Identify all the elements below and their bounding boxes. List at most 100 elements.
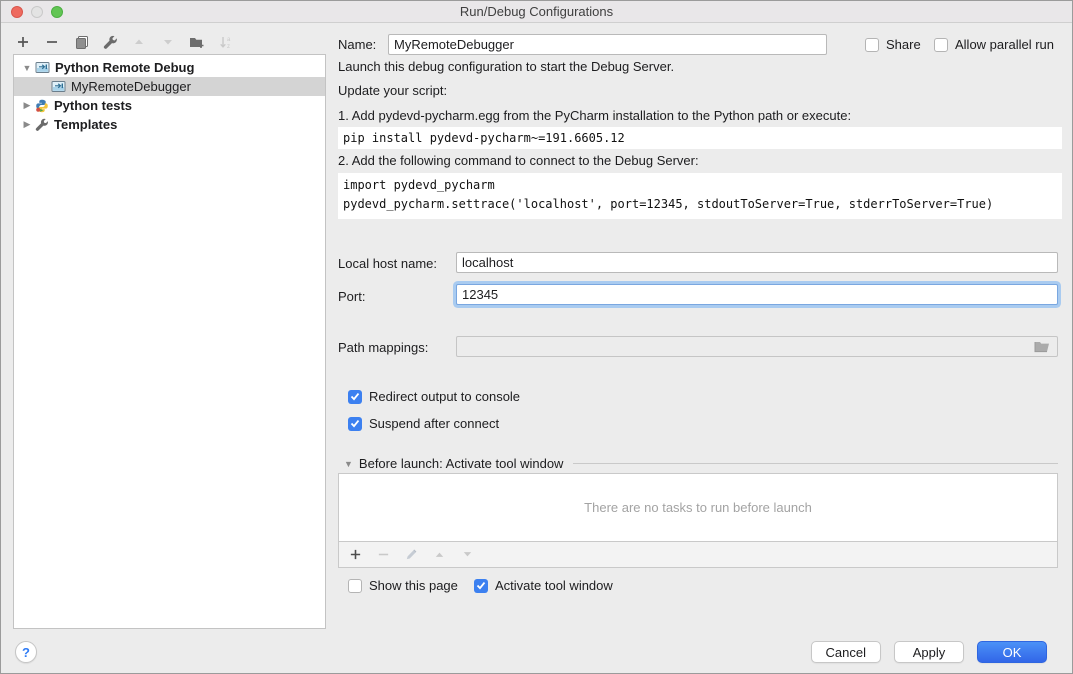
before-launch-header[interactable]: ▼ Before launch: Activate tool window xyxy=(338,456,1058,471)
show-this-page-checkbox-label: Show this page xyxy=(369,578,458,593)
name-label: Name: xyxy=(338,37,376,52)
move-down-button[interactable] xyxy=(160,34,176,50)
name-input[interactable] xyxy=(388,34,827,55)
minus-icon xyxy=(377,548,390,561)
pip-install-code: pip install pydevd-pycharm~=191.6605.12 xyxy=(338,127,1062,149)
share-checkbox-box[interactable] xyxy=(865,38,879,52)
before-launch-empty-text: There are no tasks to run before launch xyxy=(584,500,812,515)
browse-path-mappings-button[interactable] xyxy=(1034,340,1050,353)
settrace-code-line1: import pydevd_pycharm xyxy=(343,178,495,192)
settrace-code-line2: pydevd_pycharm.settrace('localhost', por… xyxy=(343,197,993,211)
chevron-up-icon xyxy=(433,548,446,561)
remote-debug-config-icon xyxy=(35,61,50,74)
activate-tool-window-checkbox-label: Activate tool window xyxy=(495,578,613,593)
chevron-up-icon xyxy=(132,35,146,49)
header-divider xyxy=(573,463,1058,464)
ok-button[interactable]: OK xyxy=(977,641,1047,663)
folder-icon xyxy=(1034,340,1050,353)
suspend-after-connect-checkbox-box[interactable] xyxy=(348,417,362,431)
svg-text:a: a xyxy=(227,37,231,43)
port-input[interactable] xyxy=(456,284,1058,305)
help-button[interactable]: ? xyxy=(15,641,37,663)
name-row: Name: Share Allow parallel run xyxy=(338,34,1062,55)
plus-icon xyxy=(349,548,362,561)
expand-arrow-icon[interactable]: ▶ xyxy=(22,100,32,111)
add-configuration-button[interactable] xyxy=(15,34,31,50)
remote-debug-config-icon xyxy=(51,80,66,93)
path-mappings-label: Path mappings: xyxy=(338,340,428,355)
dialog-buttons: Cancel Apply OK xyxy=(811,641,1047,663)
activate-tool-window-checkbox-box[interactable] xyxy=(474,579,488,593)
local-host-row: Local host name: xyxy=(338,252,1058,274)
allow-parallel-run-checkbox-label: Allow parallel run xyxy=(955,37,1054,52)
apply-button[interactable]: Apply xyxy=(894,641,964,663)
tree-item-templates[interactable]: ▶ Templates xyxy=(14,115,325,134)
redirect-output-checkbox-box[interactable] xyxy=(348,390,362,404)
new-folder-button[interactable] xyxy=(189,34,205,50)
allow-parallel-run-checkbox[interactable]: Allow parallel run xyxy=(934,37,1054,52)
plus-icon xyxy=(16,35,30,49)
redirect-output-checkbox[interactable]: Redirect output to console xyxy=(348,389,520,404)
add-task-button[interactable] xyxy=(347,547,363,563)
chevron-down-icon xyxy=(161,35,175,49)
edit-templates-button[interactable] xyxy=(102,34,118,50)
svg-text:z: z xyxy=(227,44,230,50)
tree-item-python-remote-debug[interactable]: ▼ Python Remote Debug xyxy=(14,58,325,77)
activate-tool-window-checkbox[interactable]: Activate tool window xyxy=(474,578,613,593)
remove-task-button[interactable] xyxy=(375,547,391,563)
port-label: Port: xyxy=(338,289,365,304)
tree-item-label: Templates xyxy=(54,117,117,132)
new-folder-icon xyxy=(189,35,205,49)
configurations-toolbar: az xyxy=(15,31,234,53)
templates-wrench-icon xyxy=(35,118,49,132)
run-debug-configurations-dialog: Run/Debug Configurations az ▼ xyxy=(0,0,1073,674)
cancel-button[interactable]: Cancel xyxy=(811,641,881,663)
step2-text: 2. Add the following command to connect … xyxy=(338,153,699,169)
tree-item-label: Python tests xyxy=(54,98,132,113)
sort-configurations-button[interactable]: az xyxy=(218,34,234,50)
configurations-tree: ▼ Python Remote Debug MyRemoteDebugger ▶… xyxy=(13,54,326,629)
collapse-arrow-icon[interactable]: ▼ xyxy=(344,459,353,469)
sort-az-icon: az xyxy=(219,35,233,50)
copy-configuration-button[interactable] xyxy=(73,34,89,50)
before-launch-toolbar xyxy=(338,542,1058,568)
path-mappings-input[interactable] xyxy=(456,336,1058,357)
share-checkbox[interactable]: Share xyxy=(865,37,921,52)
wrench-icon xyxy=(103,35,118,50)
minus-icon xyxy=(45,35,59,49)
redirect-output-checkbox-label: Redirect output to console xyxy=(369,389,520,404)
local-host-input[interactable] xyxy=(456,252,1058,273)
before-launch-task-list[interactable]: There are no tasks to run before launch xyxy=(338,473,1058,542)
suspend-after-connect-checkbox[interactable]: Suspend after connect xyxy=(348,416,499,431)
tree-item-label: Python Remote Debug xyxy=(55,60,194,75)
step1-text: 1. Add pydevd-pycharm.egg from the PyCha… xyxy=(338,108,851,124)
intro-text-line1: Launch this debug configuration to start… xyxy=(338,59,674,75)
remove-configuration-button[interactable] xyxy=(44,34,60,50)
tree-item-python-tests[interactable]: ▶ Python tests xyxy=(14,96,325,115)
python-tests-icon xyxy=(35,99,49,113)
allow-parallel-run-checkbox-box[interactable] xyxy=(934,38,948,52)
before-launch-title: Before launch: Activate tool window xyxy=(359,456,564,471)
share-checkbox-label: Share xyxy=(886,37,921,52)
move-task-up-button[interactable] xyxy=(431,547,447,563)
show-this-page-checkbox[interactable]: Show this page xyxy=(348,578,458,593)
tree-item-label: MyRemoteDebugger xyxy=(71,79,191,94)
expand-arrow-icon[interactable]: ▶ xyxy=(22,119,32,130)
port-row: Port: xyxy=(338,284,1058,308)
edit-task-button[interactable] xyxy=(403,547,419,563)
suspend-after-connect-checkbox-label: Suspend after connect xyxy=(369,416,499,431)
pencil-icon xyxy=(405,548,418,561)
tree-item-myremotedebugger[interactable]: MyRemoteDebugger xyxy=(14,77,325,96)
move-up-button[interactable] xyxy=(131,34,147,50)
intro-text-line2: Update your script: xyxy=(338,83,447,99)
local-host-label: Local host name: xyxy=(338,256,437,271)
collapse-arrow-icon[interactable]: ▼ xyxy=(22,63,32,73)
copy-icon xyxy=(74,35,89,50)
show-this-page-checkbox-box[interactable] xyxy=(348,579,362,593)
settrace-code: import pydevd_pycharm pydevd_pycharm.set… xyxy=(338,173,1062,219)
chevron-down-icon xyxy=(461,548,474,561)
move-task-down-button[interactable] xyxy=(459,547,475,563)
path-mappings-row: Path mappings: xyxy=(338,336,1058,358)
question-mark-icon: ? xyxy=(22,645,30,660)
configuration-form: Name: Share Allow parallel run Launch th… xyxy=(338,1,1062,641)
